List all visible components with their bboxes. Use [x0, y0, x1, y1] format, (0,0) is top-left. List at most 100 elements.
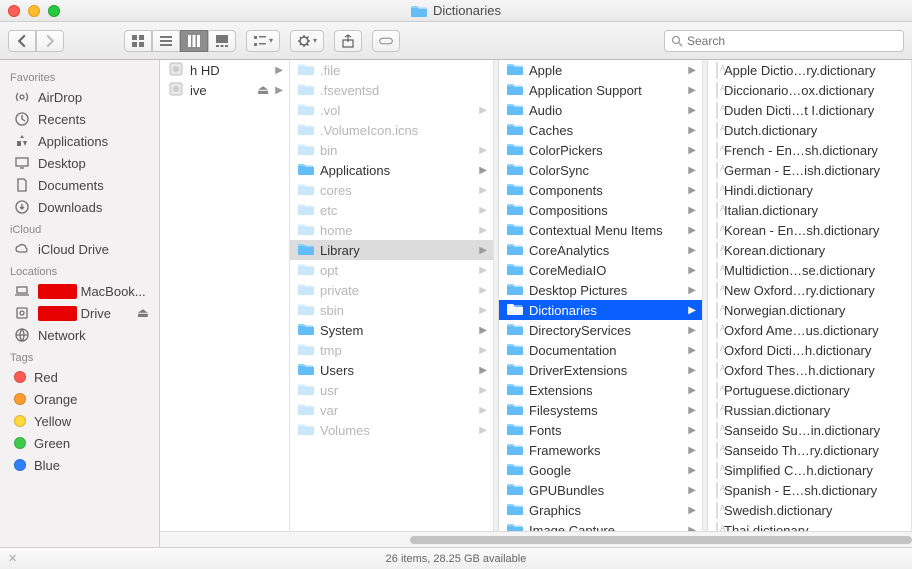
zoom-window-button[interactable]	[48, 5, 60, 17]
sidebar-item[interactable]: AirDrop	[0, 86, 159, 108]
file-row[interactable]: Simplified C…h.dictionary	[708, 460, 911, 480]
minimize-window-button[interactable]	[28, 5, 40, 17]
file-row[interactable]: CoreAnalytics▶	[499, 240, 702, 260]
file-row[interactable]: Norwegian.dictionary	[708, 300, 911, 320]
file-row[interactable]: Apple▶	[499, 60, 702, 80]
sidebar-item[interactable]: Green	[0, 432, 159, 454]
sidebar-item[interactable]: Documents	[0, 174, 159, 196]
tags-button[interactable]	[372, 30, 400, 52]
file-row[interactable]: Korean - En…sh.dictionary	[708, 220, 911, 240]
file-row[interactable]: Swedish.dictionary	[708, 500, 911, 520]
file-row[interactable]: Volumes▶	[290, 420, 493, 440]
gallery-view-button[interactable]	[208, 30, 236, 52]
file-row[interactable]: Oxford Ame…us.dictionary	[708, 320, 911, 340]
file-row[interactable]: Image Capture▶	[499, 520, 702, 531]
file-row[interactable]: .vol▶	[290, 100, 493, 120]
sidebar-item[interactable]: Red	[0, 366, 159, 388]
file-row[interactable]: Fonts▶	[499, 420, 702, 440]
file-row[interactable]: Library▶	[290, 240, 493, 260]
file-row[interactable]: Sanseido Su…in.dictionary	[708, 420, 911, 440]
column-view-button[interactable]	[180, 30, 208, 52]
sidebar-item[interactable]: Orange	[0, 388, 159, 410]
eject-icon[interactable]: ⏏	[137, 305, 149, 321]
file-row[interactable]: Contextual Menu Items▶	[499, 220, 702, 240]
file-row[interactable]: Desktop Pictures▶	[499, 280, 702, 300]
file-row[interactable]: Graphics▶	[499, 500, 702, 520]
file-row[interactable]: Apple Dictio…ry.dictionary	[708, 60, 911, 80]
file-row[interactable]: Russian.dictionary	[708, 400, 911, 420]
file-row[interactable]: Italian.dictionary	[708, 200, 911, 220]
file-row[interactable]: Sanseido Th…ry.dictionary	[708, 440, 911, 460]
file-row[interactable]: German - E…ish.dictionary	[708, 160, 911, 180]
file-row[interactable]: Oxford Thes…h.dictionary	[708, 360, 911, 380]
file-row[interactable]: usr▶	[290, 380, 493, 400]
file-row[interactable]: var▶	[290, 400, 493, 420]
file-row[interactable]: Caches▶	[499, 120, 702, 140]
horizontal-scrollbar[interactable]	[160, 531, 912, 547]
file-row[interactable]: ColorSync▶	[499, 160, 702, 180]
file-row[interactable]: Applications▶	[290, 160, 493, 180]
sidebar-item[interactable]: Downloads	[0, 196, 159, 218]
file-row[interactable]: Application Support▶	[499, 80, 702, 100]
sidebar-item[interactable]: iCloud Drive	[0, 238, 159, 260]
file-row[interactable]: Components▶	[499, 180, 702, 200]
file-row[interactable]: tmp▶	[290, 340, 493, 360]
sidebar-item[interactable]: xxxxxx Drive⏏	[0, 302, 159, 324]
file-row[interactable]: cores▶	[290, 180, 493, 200]
eject-icon[interactable]: ⏏	[257, 82, 269, 98]
group-by-button[interactable]: ▾	[246, 30, 280, 52]
column-2[interactable]: Apple▶Application Support▶Audio▶Caches▶C…	[499, 60, 703, 531]
file-row[interactable]: Dictionaries▶	[499, 300, 702, 320]
file-row[interactable]: Filesystems▶	[499, 400, 702, 420]
file-row[interactable]: Documentation▶	[499, 340, 702, 360]
sidebar-item[interactable]: Yellow	[0, 410, 159, 432]
file-row[interactable]: Oxford Dicti…h.dictionary	[708, 340, 911, 360]
file-row[interactable]: Portuguese.dictionary	[708, 380, 911, 400]
file-row[interactable]: ColorPickers▶	[499, 140, 702, 160]
forward-button[interactable]	[36, 30, 64, 52]
file-row[interactable]: Korean.dictionary	[708, 240, 911, 260]
column-3[interactable]: Apple Dictio…ry.dictionaryDiccionario…ox…	[708, 60, 912, 531]
file-row[interactable]: Hindi.dictionary	[708, 180, 911, 200]
file-row[interactable]: etc▶	[290, 200, 493, 220]
file-row[interactable]: .VolumeIcon.icns	[290, 120, 493, 140]
file-row[interactable]: System▶	[290, 320, 493, 340]
file-row[interactable]: New Oxford…ry.dictionary	[708, 280, 911, 300]
file-row[interactable]: Users▶	[290, 360, 493, 380]
sidebar-item[interactable]: Recents	[0, 108, 159, 130]
list-view-button[interactable]	[152, 30, 180, 52]
file-row[interactable]: private▶	[290, 280, 493, 300]
file-row[interactable]: ive⏏▶	[160, 80, 289, 100]
file-row[interactable]: home▶	[290, 220, 493, 240]
action-button[interactable]: ▾	[290, 30, 324, 52]
file-row[interactable]: CoreMediaIO▶	[499, 260, 702, 280]
column-1[interactable]: .file.fseventsd.vol▶.VolumeIcon.icnsbin▶…	[290, 60, 494, 531]
sidebar-item[interactable]: Blue	[0, 454, 159, 476]
sidebar-item[interactable]: Desktop	[0, 152, 159, 174]
file-row[interactable]: .fseventsd	[290, 80, 493, 100]
file-row[interactable]: GPUBundles▶	[499, 480, 702, 500]
file-row[interactable]: Spanish - E…sh.dictionary	[708, 480, 911, 500]
file-row[interactable]: Google▶	[499, 460, 702, 480]
file-row[interactable]: DirectoryServices▶	[499, 320, 702, 340]
column-0[interactable]: h HD▶ive⏏▶	[160, 60, 290, 531]
file-row[interactable]: Multidiction…se.dictionary	[708, 260, 911, 280]
file-row[interactable]: Audio▶	[499, 100, 702, 120]
file-row[interactable]: opt▶	[290, 260, 493, 280]
back-button[interactable]	[8, 30, 36, 52]
file-row[interactable]: Frameworks▶	[499, 440, 702, 460]
search-input[interactable]	[687, 34, 897, 48]
sidebar-item[interactable]: Applications	[0, 130, 159, 152]
search-field[interactable]	[664, 30, 904, 52]
file-row[interactable]: Extensions▶	[499, 380, 702, 400]
share-button[interactable]	[334, 30, 362, 52]
file-row[interactable]: Dutch.dictionary	[708, 120, 911, 140]
file-row[interactable]: sbin▶	[290, 300, 493, 320]
file-row[interactable]: Duden Dicti…t I.dictionary	[708, 100, 911, 120]
file-row[interactable]: Thai.dictionary	[708, 520, 911, 531]
file-row[interactable]: Diccionario…ox.dictionary	[708, 80, 911, 100]
file-row[interactable]: .file	[290, 60, 493, 80]
close-pathbar-icon[interactable]: ✕	[8, 552, 17, 565]
sidebar-item[interactable]: xxxxxx MacBook...	[0, 280, 159, 302]
file-row[interactable]: bin▶	[290, 140, 493, 160]
